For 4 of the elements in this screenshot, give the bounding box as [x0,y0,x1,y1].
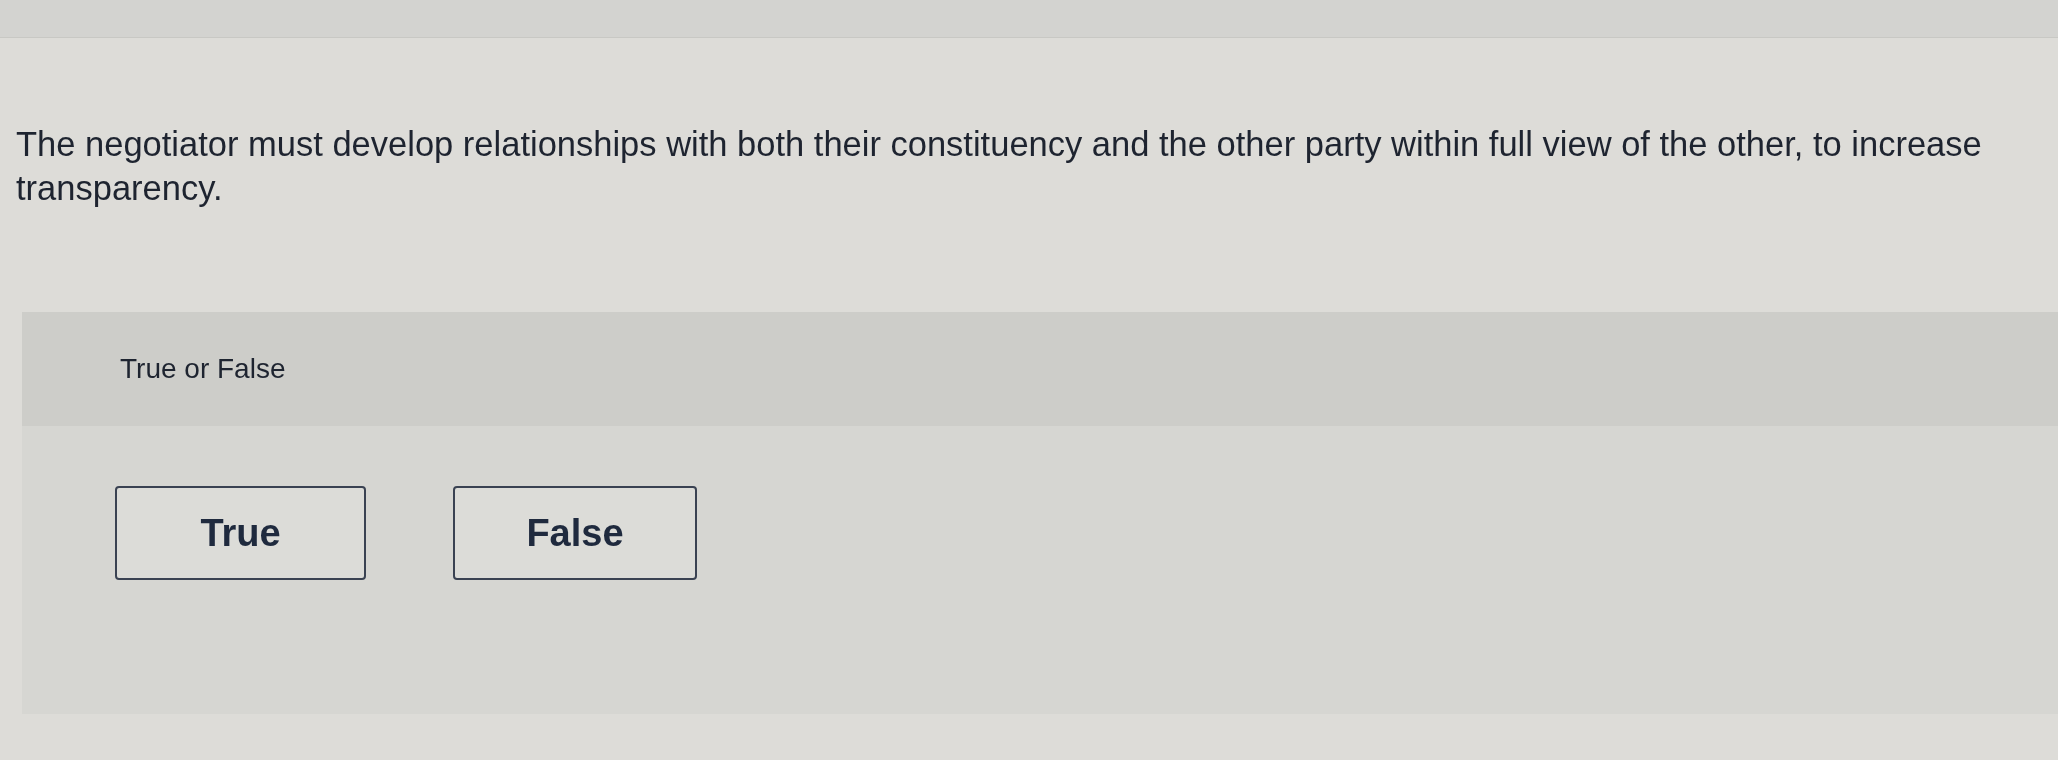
answer-option-button[interactable]: False [453,486,697,580]
question-text: The negotiator must develop relationships with both their constituency and the other party within full view of the other, to increase transparency. [16,124,1983,209]
answer-option-button[interactable]: True [115,486,366,580]
answer-prompt: True or False [120,353,286,385]
